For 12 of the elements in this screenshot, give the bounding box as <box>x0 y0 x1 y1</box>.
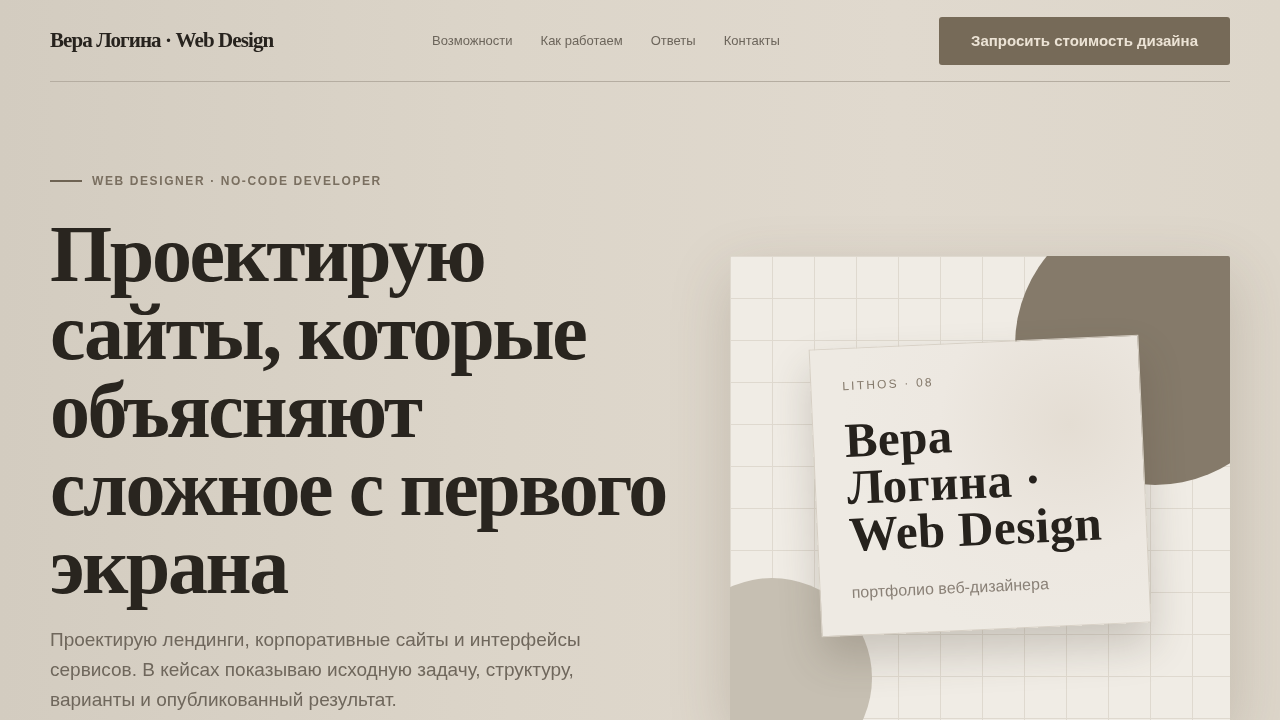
nav-link[interactable]: Как работаем <box>540 33 623 48</box>
nav-link[interactable]: Контакты <box>723 33 780 48</box>
card-label: LITHOS · 08 <box>842 375 935 394</box>
quote-button[interactable]: Запросить стоимость дизайна <box>939 16 1230 65</box>
nav-link[interactable]: Ответы <box>650 33 696 48</box>
card-title: Вера Логина · Web Design <box>843 407 1105 558</box>
nav-link[interactable]: Возможности <box>432 33 513 48</box>
hero-description: Проектирую лендинги, корпоративные сайты и интерфейсы сервисов. В кейсах показываю исходную задачу, структуру, варианты и опубликованный результат. <box>50 628 582 712</box>
card-subtitle: портфолио веб-дизайнера <box>851 575 1050 602</box>
eyebrow-label: WEB DESIGNER · NO-CODE DEVELOPER <box>92 174 382 188</box>
site-logo[interactable]: Вера Логина · Web Design <box>50 28 274 53</box>
hero-headline: Проектирую сайты, которые объясняют сложное с первого экрана <box>50 209 667 612</box>
